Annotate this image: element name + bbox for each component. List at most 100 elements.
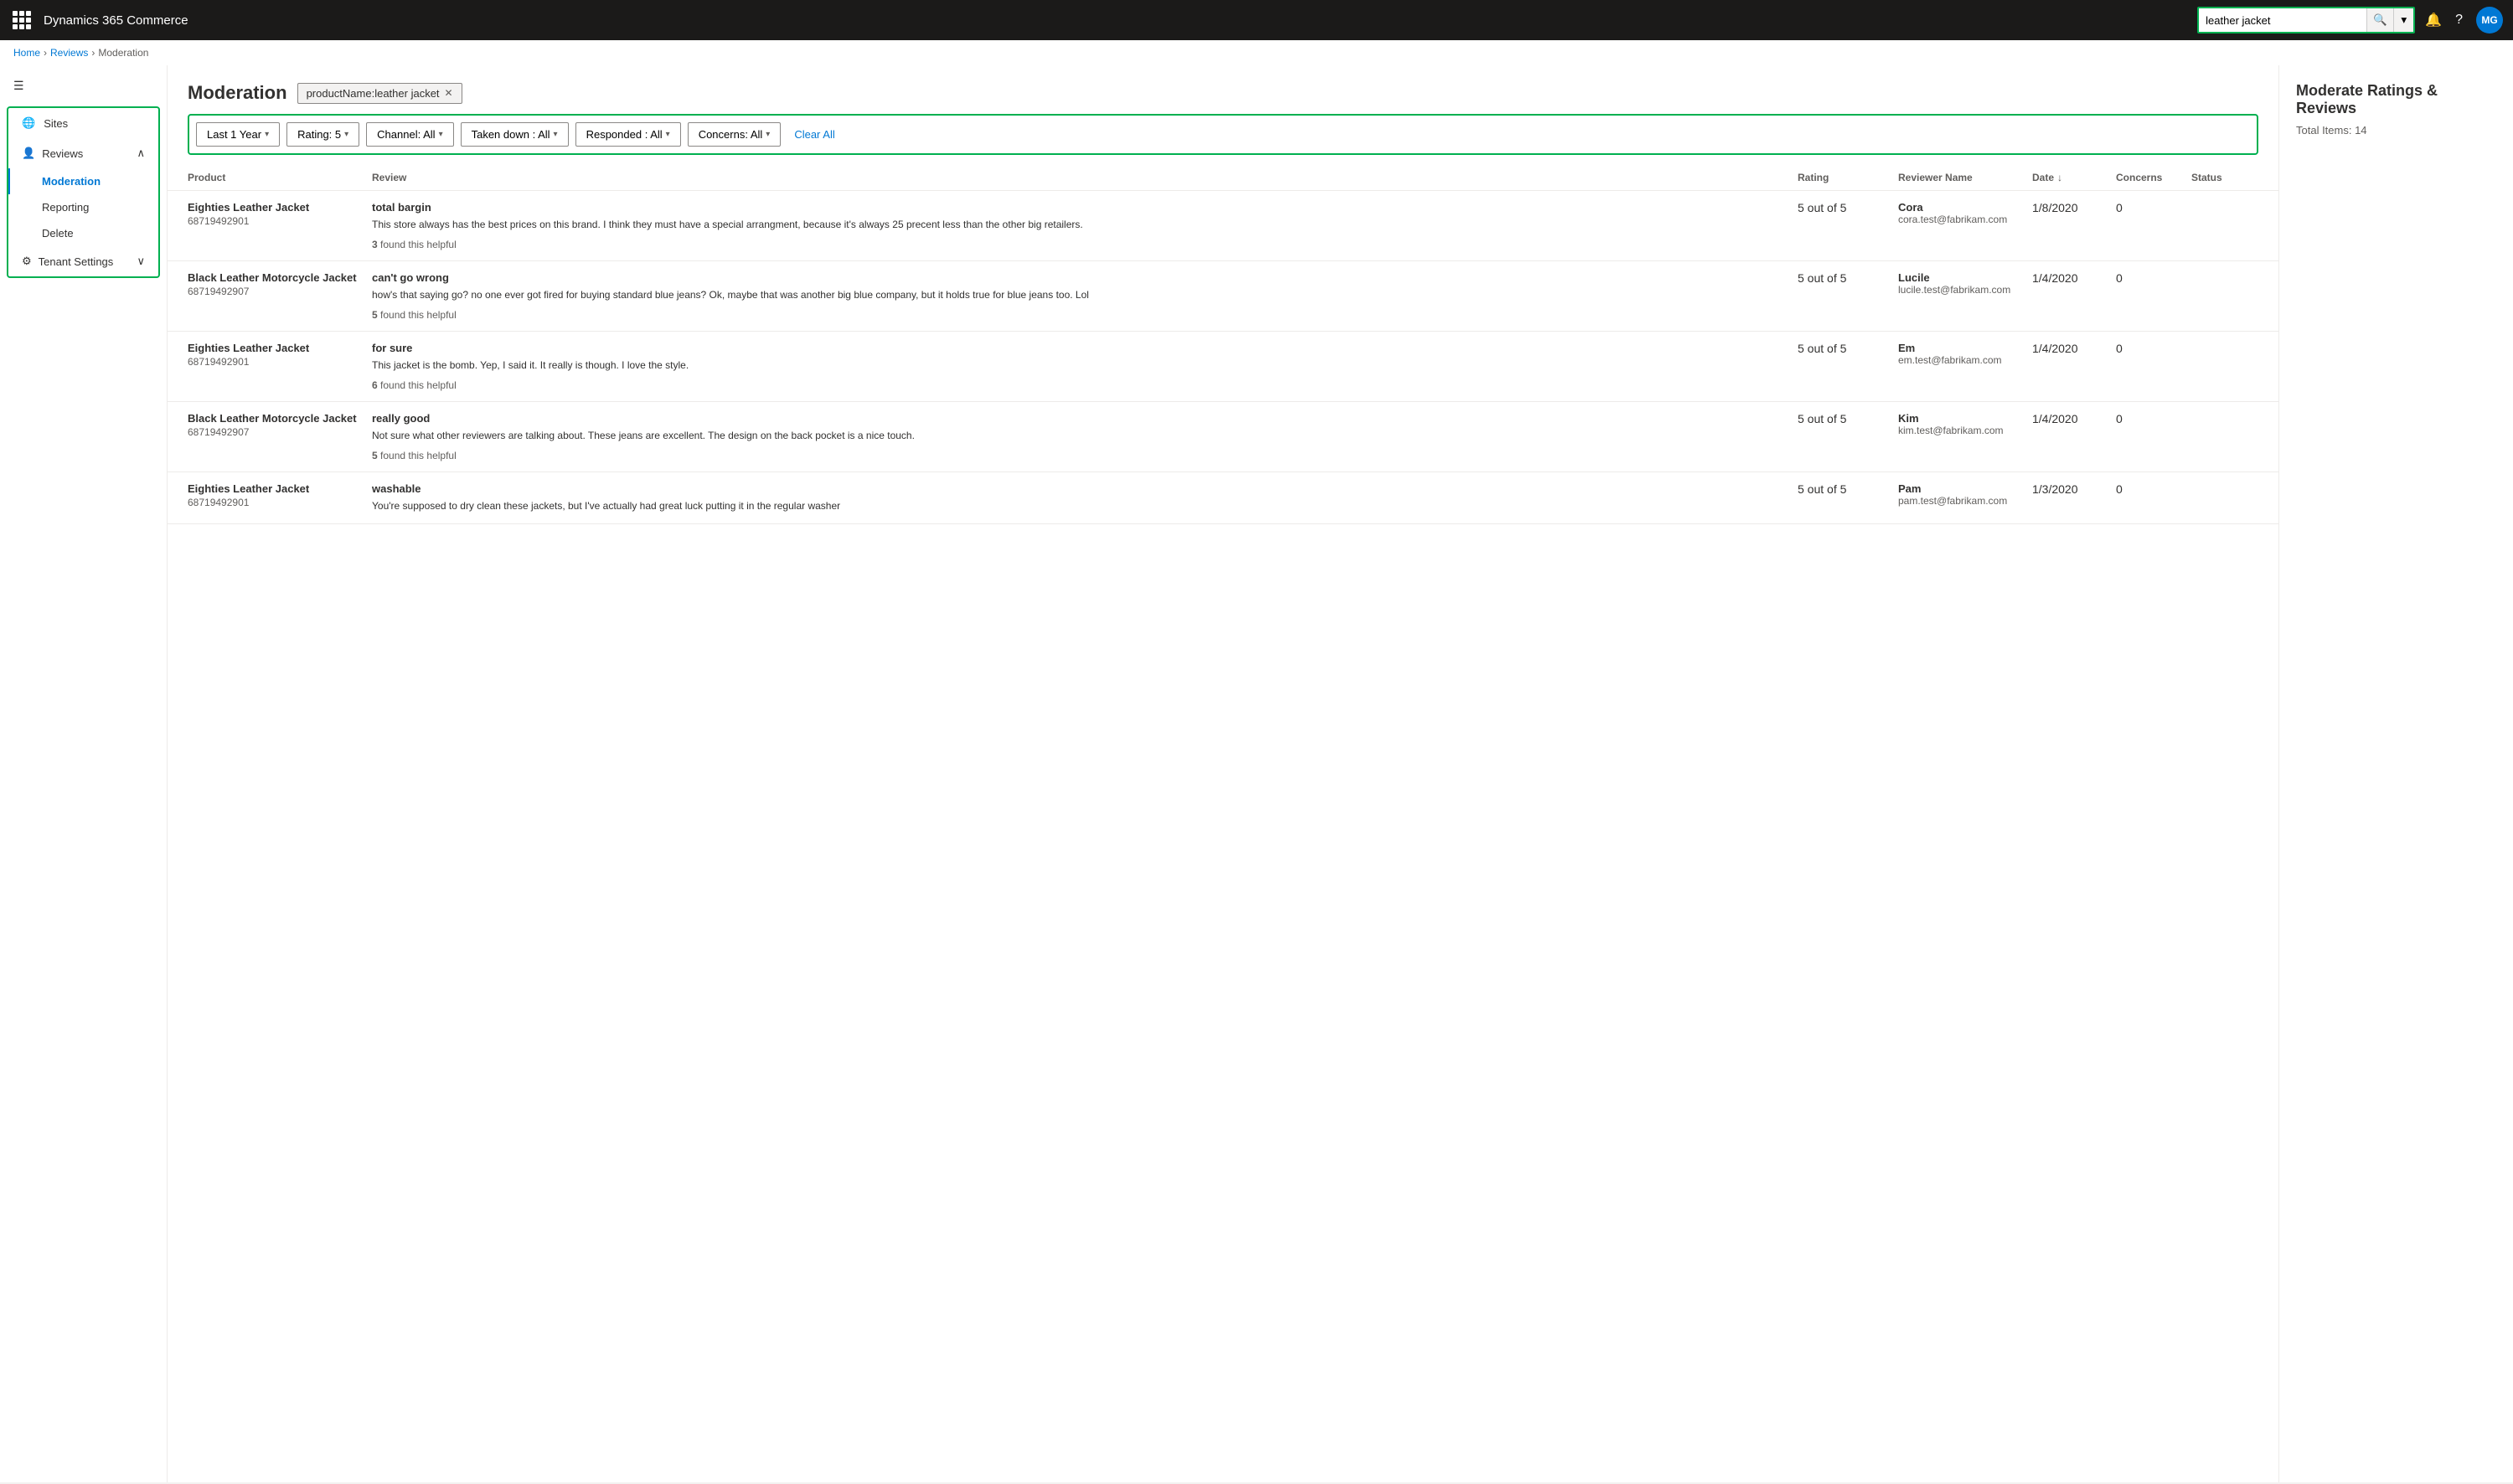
reviewer-name: Em xyxy=(1898,342,2032,354)
hamburger-icon: ☰ xyxy=(13,79,24,93)
review-cell: can't go wrong how's that saying go? no … xyxy=(372,271,1798,321)
review-body: This jacket is the bomb. Yep, I said it.… xyxy=(372,358,1798,373)
reviewer-cell: Kim kim.test@fabrikam.com xyxy=(1898,412,2032,436)
product-cell: Black Leather Motorcycle Jacket 68719492… xyxy=(188,412,372,438)
sidebar-item-sites[interactable]: 🌐 Sites xyxy=(8,108,158,138)
table-row[interactable]: Black Leather Motorcycle Jacket 68719492… xyxy=(168,261,2278,332)
taken-down-filter-chevron: ▾ xyxy=(554,130,558,139)
sidebar-reviews-group[interactable]: 👤 Reviews ∧ xyxy=(8,138,158,168)
reviews-table: Product Review Rating Reviewer Name Date… xyxy=(168,165,2278,524)
year-filter-chevron: ▾ xyxy=(265,130,269,139)
notification-icon[interactable]: 🔔 xyxy=(2425,12,2442,28)
search-button[interactable]: 🔍 xyxy=(2366,8,2393,32)
taken-down-filter-button[interactable]: Taken down : All ▾ xyxy=(461,122,569,147)
concerns-cell: 0 xyxy=(2116,201,2191,214)
reviewer-name: Lucile xyxy=(1898,271,2032,284)
product-cell: Eighties Leather Jacket 68719492901 xyxy=(188,482,372,508)
top-nav-icons: 🔔 ? MG xyxy=(2425,7,2503,33)
review-title: for sure xyxy=(372,342,1798,354)
reviewer-cell: Pam pam.test@fabrikam.com xyxy=(1898,482,2032,507)
breadcrumb-reviews[interactable]: Reviews xyxy=(50,47,88,59)
table-row[interactable]: Eighties Leather Jacket 68719492901 for … xyxy=(168,332,2278,402)
concerns-cell: 0 xyxy=(2116,271,2191,285)
column-header-reviewer: Reviewer Name xyxy=(1898,172,2032,183)
review-body: Not sure what other reviewers are talkin… xyxy=(372,428,1798,443)
search-input[interactable] xyxy=(2199,8,2366,32)
globe-icon: 🌐 xyxy=(22,116,35,130)
filter-tag-close-button[interactable]: ✕ xyxy=(445,87,453,99)
review-title: total bargin xyxy=(372,201,1798,214)
concerns-cell: 0 xyxy=(2116,342,2191,355)
avatar[interactable]: MG xyxy=(2476,7,2503,33)
sidebar-collapse-button[interactable]: ☰ xyxy=(0,72,167,100)
column-header-review: Review xyxy=(372,172,1798,183)
reviewer-email: em.test@fabrikam.com xyxy=(1898,354,2032,366)
table-row[interactable]: Eighties Leather Jacket 68719492901 wash… xyxy=(168,472,2278,524)
concerns-filter-label: Concerns: All xyxy=(699,128,763,141)
review-cell: really good Not sure what other reviewer… xyxy=(372,412,1798,461)
content-area: Moderation productName:leather jacket ✕ … xyxy=(168,65,2278,1482)
table-row[interactable]: Black Leather Motorcycle Jacket 68719492… xyxy=(168,402,2278,472)
reviewer-email: lucile.test@fabrikam.com xyxy=(1898,284,2032,296)
date-cell: 1/4/2020 xyxy=(2032,412,2116,425)
review-title: washable xyxy=(372,482,1798,495)
reviewer-name: Kim xyxy=(1898,412,2032,425)
product-cell: Eighties Leather Jacket 68719492901 xyxy=(188,201,372,227)
responded-filter-button[interactable]: Responded : All ▾ xyxy=(575,122,681,147)
rating-cell: 5 out of 5 xyxy=(1798,412,1898,425)
product-id: 68719492901 xyxy=(188,497,372,508)
date-cell: 1/4/2020 xyxy=(2032,342,2116,355)
responded-filter-chevron: ▾ xyxy=(666,130,670,139)
sidebar-item-delete[interactable]: Delete xyxy=(8,220,158,246)
channel-filter-chevron: ▾ xyxy=(439,130,443,139)
global-search-box[interactable]: 🔍 ▾ xyxy=(2197,7,2415,33)
column-header-date[interactable]: Date ↓ xyxy=(2032,172,2116,183)
review-cell: washable You're supposed to dry clean th… xyxy=(372,482,1798,513)
column-header-rating: Rating xyxy=(1798,172,1898,183)
year-filter-label: Last 1 Year xyxy=(207,128,261,141)
waffle-icon xyxy=(13,11,31,29)
settings-icon: ⚙ xyxy=(22,255,32,268)
product-cell: Black Leather Motorcycle Jacket 68719492… xyxy=(188,271,372,297)
concerns-filter-button[interactable]: Concerns: All ▾ xyxy=(688,122,782,147)
table-row[interactable]: Eighties Leather Jacket 68719492901 tota… xyxy=(168,191,2278,261)
review-helpful: 6 found this helpful xyxy=(372,379,1798,391)
date-cell: 1/4/2020 xyxy=(2032,271,2116,285)
search-dropdown-button[interactable]: ▾ xyxy=(2393,8,2413,32)
channel-filter-button[interactable]: Channel: All ▾ xyxy=(366,122,453,147)
year-filter-button[interactable]: Last 1 Year ▾ xyxy=(196,122,280,147)
top-navigation: Dynamics 365 Commerce 🔍 ▾ 🔔 ? MG xyxy=(0,0,2513,40)
breadcrumb-home[interactable]: Home xyxy=(13,47,40,59)
rating-filter-button[interactable]: Rating: 5 ▾ xyxy=(286,122,359,147)
product-name: Black Leather Motorcycle Jacket xyxy=(188,271,372,284)
column-header-status: Status xyxy=(2191,172,2258,183)
reviewer-cell: Em em.test@fabrikam.com xyxy=(1898,342,2032,366)
clear-all-button[interactable]: Clear All xyxy=(787,123,841,146)
help-icon[interactable]: ? xyxy=(2455,13,2463,28)
product-id: 68719492901 xyxy=(188,215,372,227)
rating-cell: 5 out of 5 xyxy=(1798,482,1898,496)
sidebar-nav-outline: 🌐 Sites 👤 Reviews ∧ Moderation Reporting… xyxy=(7,106,160,278)
delete-label: Delete xyxy=(42,227,74,240)
page-header: Moderation productName:leather jacket ✕ xyxy=(168,65,2278,114)
sidebar-sites-label: Sites xyxy=(44,117,68,130)
filter-tag-text: productName:leather jacket xyxy=(307,87,440,100)
reviewer-cell: Lucile lucile.test@fabrikam.com xyxy=(1898,271,2032,296)
product-cell: Eighties Leather Jacket 68719492901 xyxy=(188,342,372,368)
waffle-menu[interactable] xyxy=(10,8,34,32)
rating-cell: 5 out of 5 xyxy=(1798,201,1898,214)
product-name: Eighties Leather Jacket xyxy=(188,482,372,495)
review-title: can't go wrong xyxy=(372,271,1798,284)
responded-filter-label: Responded : All xyxy=(586,128,663,141)
review-helpful: 5 found this helpful xyxy=(372,450,1798,461)
reviewer-name: Pam xyxy=(1898,482,2032,495)
review-title: really good xyxy=(372,412,1798,425)
date-cell: 1/3/2020 xyxy=(2032,482,2116,496)
sidebar-item-moderation[interactable]: Moderation xyxy=(8,168,158,194)
rating-filter-chevron: ▾ xyxy=(344,130,348,139)
concerns-cell: 0 xyxy=(2116,412,2191,425)
sidebar-tenant-settings-group[interactable]: ⚙ Tenant Settings ∨ xyxy=(8,246,158,276)
product-name: Eighties Leather Jacket xyxy=(188,342,372,354)
sidebar-item-reporting[interactable]: Reporting xyxy=(8,194,158,220)
product-name: Black Leather Motorcycle Jacket xyxy=(188,412,372,425)
